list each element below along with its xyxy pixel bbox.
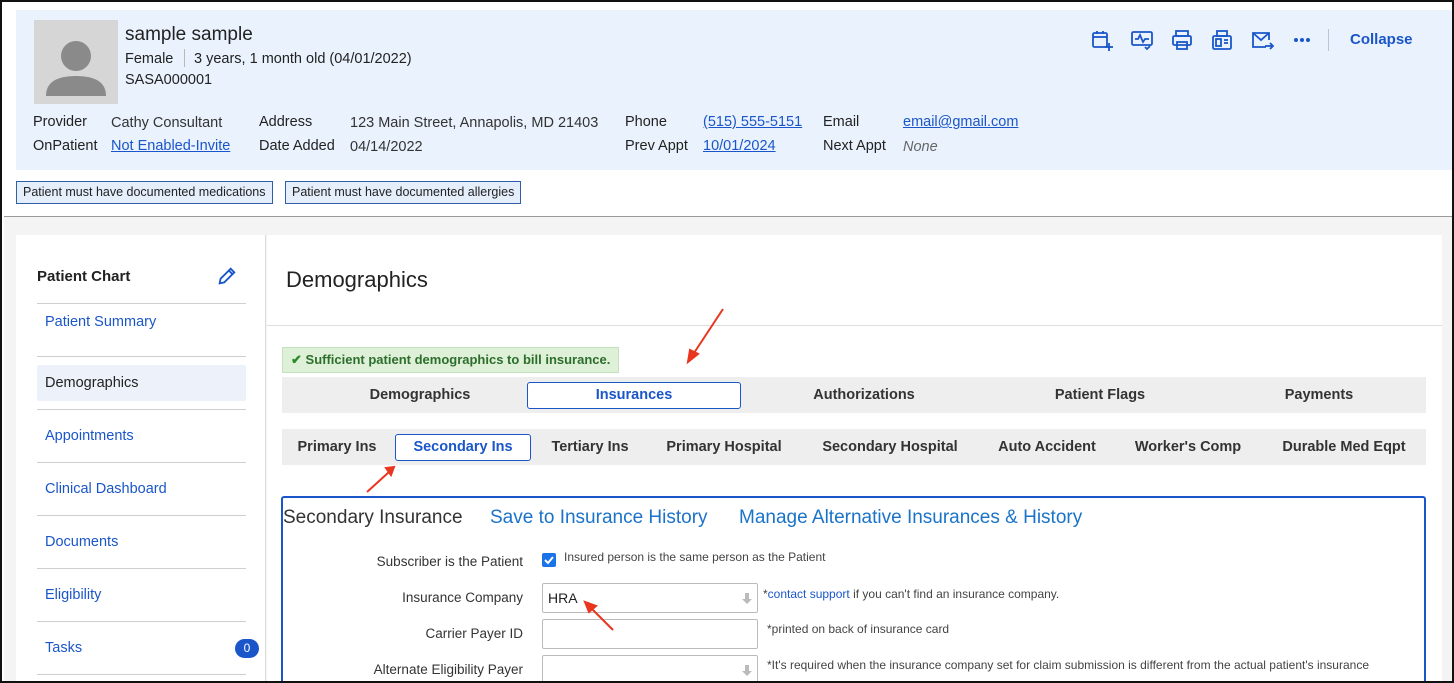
subtab-secondary-hospital[interactable]: Secondary Hospital — [810, 434, 970, 461]
provider-label: Provider — [33, 114, 87, 130]
sidebar-item-demographics[interactable]: Demographics — [37, 356, 246, 401]
subtab-secondary-ins[interactable]: Secondary Ins — [395, 434, 531, 461]
note-suffix: if you can't find an insurance company. — [849, 587, 1060, 601]
sidebar-item-patient-summary[interactable]: Patient Summary — [37, 303, 246, 339]
email-label: Email — [823, 114, 860, 130]
demographics-tabbar: Demographics Insurances Authorizations P… — [282, 377, 1426, 413]
subtab-auto-accident[interactable]: Auto Accident — [988, 434, 1106, 461]
sidebar-item-clinical-dashboard[interactable]: Clinical Dashboard — [37, 462, 246, 498]
fax-icon[interactable] — [1210, 28, 1234, 52]
main-panel: Demographics ✔ Sufficient patient demogr… — [267, 235, 1442, 681]
carrier-payer-id-note: *printed on back of insurance card — [767, 622, 950, 636]
banner-text: Sufficient patient demographics to bill … — [305, 352, 611, 367]
tab-insurances[interactable]: Insurances — [527, 382, 741, 409]
subscriber-is-patient-checkbox[interactable] — [542, 553, 556, 567]
page-title: Demographics — [286, 267, 428, 292]
sidebar-item-label: Tasks — [45, 640, 83, 656]
subtab-workers-comp[interactable]: Worker's Comp — [1125, 434, 1251, 461]
vitals-icon[interactable] — [1130, 28, 1154, 52]
insurance-company-value: HRA — [548, 590, 578, 606]
date-added-label: Date Added — [259, 138, 335, 154]
patient-sex: Female — [125, 51, 174, 67]
subtab-durable-med-eqpt[interactable]: Durable Med Eqpt — [1269, 434, 1419, 461]
subtab-primary-hospital[interactable]: Primary Hospital — [658, 434, 790, 461]
tab-payments[interactable]: Payments — [1234, 382, 1404, 409]
phone-label: Phone — [625, 114, 667, 130]
collapse-button[interactable]: Collapse — [1350, 31, 1413, 48]
alternate-eligibility-payer-select[interactable] — [542, 655, 758, 681]
patient-chart-sidebar: Patient Chart Patient Summary Demographi… — [16, 235, 266, 681]
next-appt-label: Next Appt — [823, 138, 886, 154]
onpatient-label: OnPatient — [33, 138, 98, 154]
provider-value: Cathy Consultant — [111, 115, 223, 131]
sidebar-item-documents[interactable]: Documents — [37, 515, 246, 551]
sidebar-title: Patient Chart — [37, 268, 131, 285]
date-added-value: 04/14/2022 — [350, 139, 423, 155]
prev-appt-label: Prev Appt — [625, 138, 688, 154]
patient-name: sample sample — [125, 24, 253, 45]
print-icon[interactable] — [1170, 28, 1194, 52]
alternate-payer-label: Alternate Eligibility Payer — [373, 662, 523, 677]
sidebar-item-label: Eligibility — [45, 587, 102, 603]
save-to-history-link[interactable]: Save to Insurance History — [490, 507, 708, 529]
dropdown-arrow-icon — [742, 593, 752, 604]
divider — [184, 49, 185, 67]
insurance-company-select[interactable]: HRA — [542, 583, 758, 613]
carrier-payer-id-input[interactable] — [542, 619, 758, 649]
subtab-tertiary-ins[interactable]: Tertiary Ins — [540, 434, 640, 461]
divider — [267, 325, 1442, 326]
patient-id: SASA000001 — [125, 72, 213, 88]
phone-link[interactable]: (515) 555-5151 — [703, 114, 802, 130]
sidebar-item-label: Appointments — [45, 428, 134, 444]
sidebar-item-label: Patient Summary — [45, 314, 157, 330]
divider — [37, 674, 246, 681]
alert-allergies[interactable]: Patient must have documented allergies — [285, 181, 522, 204]
subtab-primary-ins[interactable]: Primary Ins — [285, 434, 389, 461]
success-banner: ✔ Sufficient patient demographics to bil… — [282, 347, 620, 373]
screenshot-frame: sample sample Female 3 years, 1 month ol… — [0, 0, 1454, 683]
person-placeholder-icon — [46, 41, 106, 96]
carrier-payer-id-label: Carrier Payer ID — [425, 626, 523, 641]
contact-support-link[interactable]: contact support — [768, 587, 850, 601]
avatar — [34, 20, 118, 104]
address-label: Address — [259, 114, 313, 130]
subscriber-note: Insured person is the same person as the… — [564, 550, 826, 564]
secondary-insurance-form: Secondary Insurance Save to Insurance Hi… — [281, 496, 1426, 681]
insurance-subtabbar: Primary Ins Secondary Ins Tertiary Ins P… — [282, 429, 1426, 465]
tab-demographics[interactable]: Demographics — [322, 382, 518, 409]
sidebar-item-tasks[interactable]: Tasks 0 — [37, 621, 259, 658]
email-link[interactable]: email@gmail.com — [903, 114, 1018, 130]
tab-authorizations[interactable]: Authorizations — [766, 382, 962, 409]
sidebar-item-eligibility[interactable]: Eligibility — [37, 568, 246, 604]
edit-pencil-icon[interactable] — [216, 265, 238, 287]
sidebar-item-label: Demographics — [45, 375, 139, 391]
tab-patient-flags[interactable]: Patient Flags — [1002, 382, 1198, 409]
manage-alternative-insurances-link[interactable]: Manage Alternative Insurances & History — [739, 507, 1082, 529]
insurance-company-label: Insurance Company — [402, 590, 523, 605]
subscriber-label: Subscriber is the Patient — [376, 554, 523, 569]
insurance-section-title: Secondary Insurance — [283, 507, 463, 528]
tasks-count-badge: 0 — [235, 639, 259, 658]
next-appt-value: None — [903, 139, 938, 155]
dropdown-arrow-icon — [742, 665, 752, 676]
address-value: 123 Main Street, Annapolis, MD 21403 — [350, 115, 599, 131]
send-mail-icon[interactable] — [1250, 28, 1275, 52]
insurance-company-note: *contact support if you can't find an in… — [763, 587, 1059, 601]
sidebar-item-label: Documents — [45, 534, 119, 550]
toolbar-divider — [1328, 29, 1329, 51]
more-icon[interactable] — [1290, 28, 1314, 52]
prev-appt-link[interactable]: 10/01/2024 — [703, 138, 776, 154]
alternate-payer-note: *It's required when the insurance compan… — [767, 658, 1369, 672]
sidebar-item-label: Clinical Dashboard — [45, 481, 167, 497]
sidebar-item-appointments[interactable]: Appointments — [37, 409, 246, 445]
checkmark-icon: ✔ — [291, 352, 302, 367]
patient-age: 3 years, 1 month old (04/01/2022) — [194, 51, 412, 67]
onpatient-invite-link[interactable]: Not Enabled-Invite — [111, 138, 230, 154]
patient-header: sample sample Female 3 years, 1 month ol… — [16, 10, 1452, 170]
calendar-add-icon[interactable] — [1090, 28, 1114, 52]
alert-medications[interactable]: Patient must have documented medications — [16, 181, 273, 204]
